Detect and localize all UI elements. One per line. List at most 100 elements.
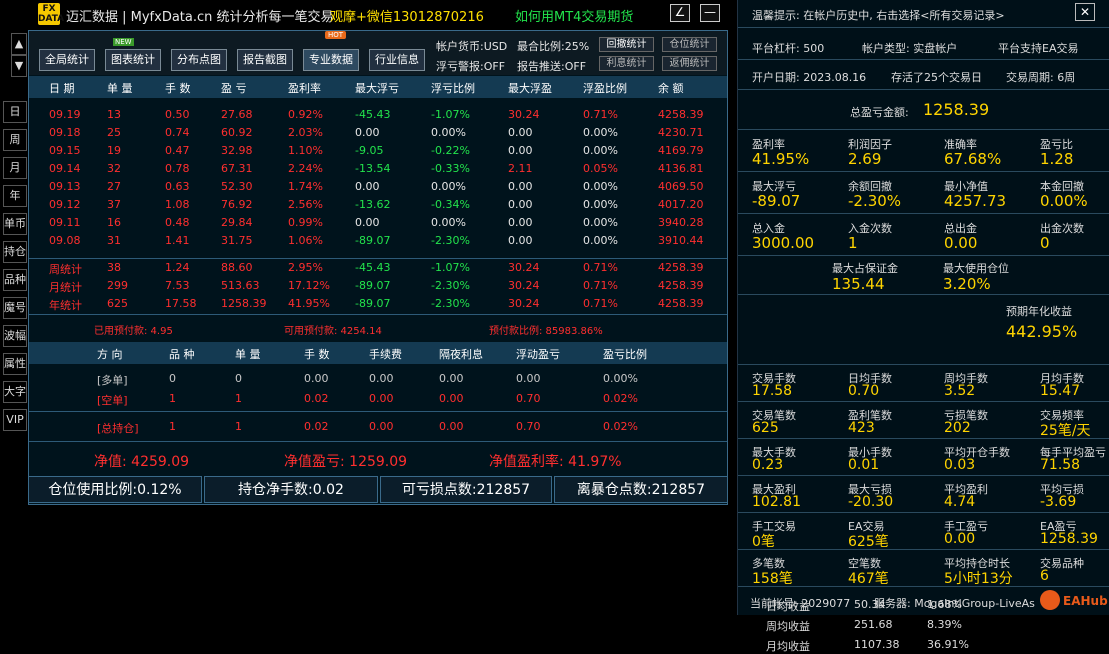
position-cell: 0.02: [304, 392, 329, 405]
position-cell: 0: [235, 372, 242, 385]
tab-report-screenshot[interactable]: 报告截图: [237, 49, 293, 71]
table-cell: 32: [107, 162, 121, 175]
summary-cell: 38: [107, 261, 121, 274]
scroll-up-icon[interactable]: ▲: [11, 33, 27, 55]
position-cell: 0.02%: [603, 420, 638, 433]
table-header-3: 盈 亏: [221, 82, 247, 95]
new-badge: NEW: [113, 38, 134, 46]
sidebar-item-10[interactable]: 大字: [3, 381, 27, 403]
prepay-ratio: 预付款比例: 85983.86%: [489, 326, 603, 337]
tab-chart-stats[interactable]: 图表统计: [105, 49, 161, 71]
sidebar-item-4[interactable]: 单币: [3, 213, 27, 235]
position-header-4: 手续费: [369, 348, 402, 361]
prepay-available: 可用预付款: 4254.14: [284, 326, 382, 337]
sidebar-item-7[interactable]: 魔号: [3, 297, 27, 319]
table-cell: 29.84: [221, 216, 253, 229]
sidebar-item-3[interactable]: 年: [3, 185, 27, 207]
tab-distribution[interactable]: 分布点图: [171, 49, 227, 71]
table-cell: 0.00%: [583, 216, 618, 229]
table-cell: 0.00: [508, 198, 533, 211]
sidebar-item-0[interactable]: 日: [3, 101, 27, 123]
scroll-down-icon[interactable]: ▼: [11, 55, 27, 77]
interest-stats-button[interactable]: 利息统计: [599, 56, 654, 71]
promo-futures[interactable]: 如何用MT4交易期货: [515, 6, 633, 25]
divider: [29, 314, 727, 315]
exposure-info: 最合比例:25%: [517, 40, 590, 53]
table-cell: 2.03%: [288, 126, 323, 139]
stats-panel: 全局统计 图表统计 NEW 分布点图 报告截图 专业数据 HOT 行业信息 帐户…: [28, 30, 728, 505]
table-cell: 27.68: [221, 108, 253, 121]
summary-cell: 30.24: [508, 261, 540, 274]
report-push[interactable]: 报告推送:OFF: [517, 58, 586, 74]
eahub-logo-icon: [1040, 590, 1060, 610]
table-cell: 0.05%: [583, 162, 618, 175]
sidebar-item-6[interactable]: 品种: [3, 269, 27, 291]
annual-value: 442.95%: [1006, 322, 1078, 341]
table-cell: 0.00: [508, 144, 533, 157]
position-cell: 0.00: [369, 392, 394, 405]
table-cell: 19: [107, 144, 121, 157]
table-cell: 60.92: [221, 126, 253, 139]
sidebar-item-11[interactable]: VIP: [3, 409, 27, 431]
stat-value: 25笔/天: [1040, 423, 1091, 439]
table-cell: 09.13: [49, 180, 81, 193]
table-cell: 4069.50: [658, 180, 704, 193]
stat-value: 67.68%: [944, 150, 1002, 168]
stat-value: 15.47: [1040, 383, 1081, 399]
summary-cell: 0.71%: [583, 279, 618, 292]
stat-value: 102.81: [752, 494, 801, 510]
table-cell: 4169.79: [658, 144, 704, 157]
stat-value: 0.23: [752, 457, 784, 473]
promo-wechat[interactable]: 观摩+微信13012870216: [330, 6, 484, 25]
stat-value: 0.70: [848, 383, 880, 399]
sidebar-item-9[interactable]: 属性: [3, 353, 27, 375]
loss-points: 可亏损点数:212857: [380, 476, 552, 503]
table-cell: 0.63: [165, 180, 190, 193]
tab-pro-data[interactable]: 专业数据: [303, 49, 359, 71]
sidebar-item-1[interactable]: 周: [3, 129, 27, 151]
position-header-3: 手 数: [304, 348, 330, 361]
sidebar-item-8[interactable]: 波幅: [3, 325, 27, 347]
tab-global-stats[interactable]: 全局统计: [39, 49, 95, 71]
table-cell: 0.00: [355, 126, 380, 139]
divider: [29, 411, 727, 412]
stat-value: 0笔: [752, 534, 775, 550]
avg-percent: 8.39%: [927, 618, 962, 631]
table-cell: 0.92%: [288, 108, 323, 121]
collapse-button[interactable]: —: [700, 4, 720, 22]
float-warning[interactable]: 浮亏警报:OFF: [436, 58, 505, 74]
stat-value: 6: [1040, 568, 1049, 584]
position-cell: 0.00: [369, 372, 394, 385]
close-icon[interactable]: ✕: [1075, 3, 1095, 21]
stat-value: 625笔: [848, 534, 889, 550]
table-cell: -0.33%: [431, 162, 470, 175]
position-cell: 0.00: [439, 392, 464, 405]
table-header-5: 最大浮亏: [355, 82, 399, 95]
table-header-0: 日 期: [49, 82, 75, 95]
divider: [29, 258, 727, 259]
summary-cell: -2.30%: [431, 297, 470, 310]
position-cell: 0.02: [304, 420, 329, 433]
table-cell: 32.98: [221, 144, 253, 157]
position-stats-button[interactable]: 仓位统计: [662, 37, 717, 52]
position-cell: 0.00: [369, 420, 394, 433]
position-cell: 1: [169, 420, 176, 433]
sidebar-item-2[interactable]: 月: [3, 157, 27, 179]
stat-value: 0.00: [944, 531, 976, 547]
tab-industry-info[interactable]: 行业信息: [369, 49, 425, 71]
table-cell: 0.00: [508, 180, 533, 193]
summary-cell: 4258.39: [658, 279, 704, 292]
table-cell: 0.00%: [431, 126, 466, 139]
table-cell: 0.00%: [583, 198, 618, 211]
minimize-button[interactable]: ∠: [670, 4, 690, 22]
annual-label: 预期年化收益: [1006, 305, 1072, 318]
table-header-4: 盈利率: [288, 82, 321, 95]
rebate-stats-button[interactable]: 返佣统计: [662, 56, 717, 71]
eahub-brand: EAHub: [1063, 594, 1108, 608]
drawdown-stats-button[interactable]: 回撤统计: [599, 37, 654, 52]
table-cell: 3940.28: [658, 216, 704, 229]
net-lots: 持仓净手数:0.02: [204, 476, 378, 503]
app-title: 迈汇数据 | MyfxData.cn 统计分析每一笔交易: [66, 10, 334, 25]
sidebar-item-5[interactable]: 持仓: [3, 241, 27, 263]
table-cell: 2.11: [508, 162, 533, 175]
